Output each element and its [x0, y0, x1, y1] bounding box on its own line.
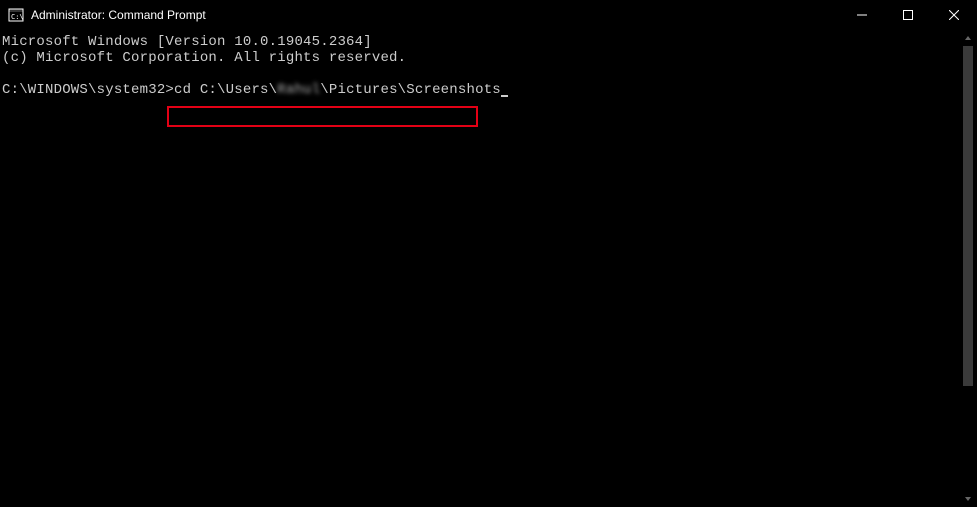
scroll-track[interactable] — [961, 46, 975, 491]
terminal-area[interactable]: Microsoft Windows [Version 10.0.19045.23… — [0, 30, 977, 507]
version-line: Microsoft Windows [Version 10.0.19045.23… — [2, 34, 372, 50]
window-title: Administrator: Command Prompt — [31, 8, 206, 22]
command-username-blurred: Rahul — [277, 82, 320, 98]
minimize-button[interactable] — [839, 0, 885, 30]
annotation-highlight-box — [167, 106, 478, 127]
scroll-down-arrow-icon[interactable] — [961, 491, 975, 507]
window-controls — [839, 0, 977, 30]
cmd-icon: C:\ — [8, 7, 24, 23]
titlebar-left: C:\ Administrator: Command Prompt — [8, 7, 206, 23]
prompt-text: C:\WINDOWS\system32> — [2, 82, 174, 98]
scroll-up-arrow-icon[interactable] — [961, 30, 975, 46]
vertical-scrollbar[interactable] — [961, 30, 975, 507]
maximize-button[interactable] — [885, 0, 931, 30]
command-prefix: cd C:\Users\ — [174, 82, 277, 98]
copyright-line: (c) Microsoft Corporation. All rights re… — [2, 50, 406, 66]
command-suffix: \Pictures\Screenshots — [320, 82, 501, 98]
close-button[interactable] — [931, 0, 977, 30]
titlebar[interactable]: C:\ Administrator: Command Prompt — [0, 0, 977, 30]
text-cursor — [501, 95, 508, 97]
scroll-thumb[interactable] — [963, 46, 973, 386]
svg-text:C:\: C:\ — [11, 13, 24, 21]
